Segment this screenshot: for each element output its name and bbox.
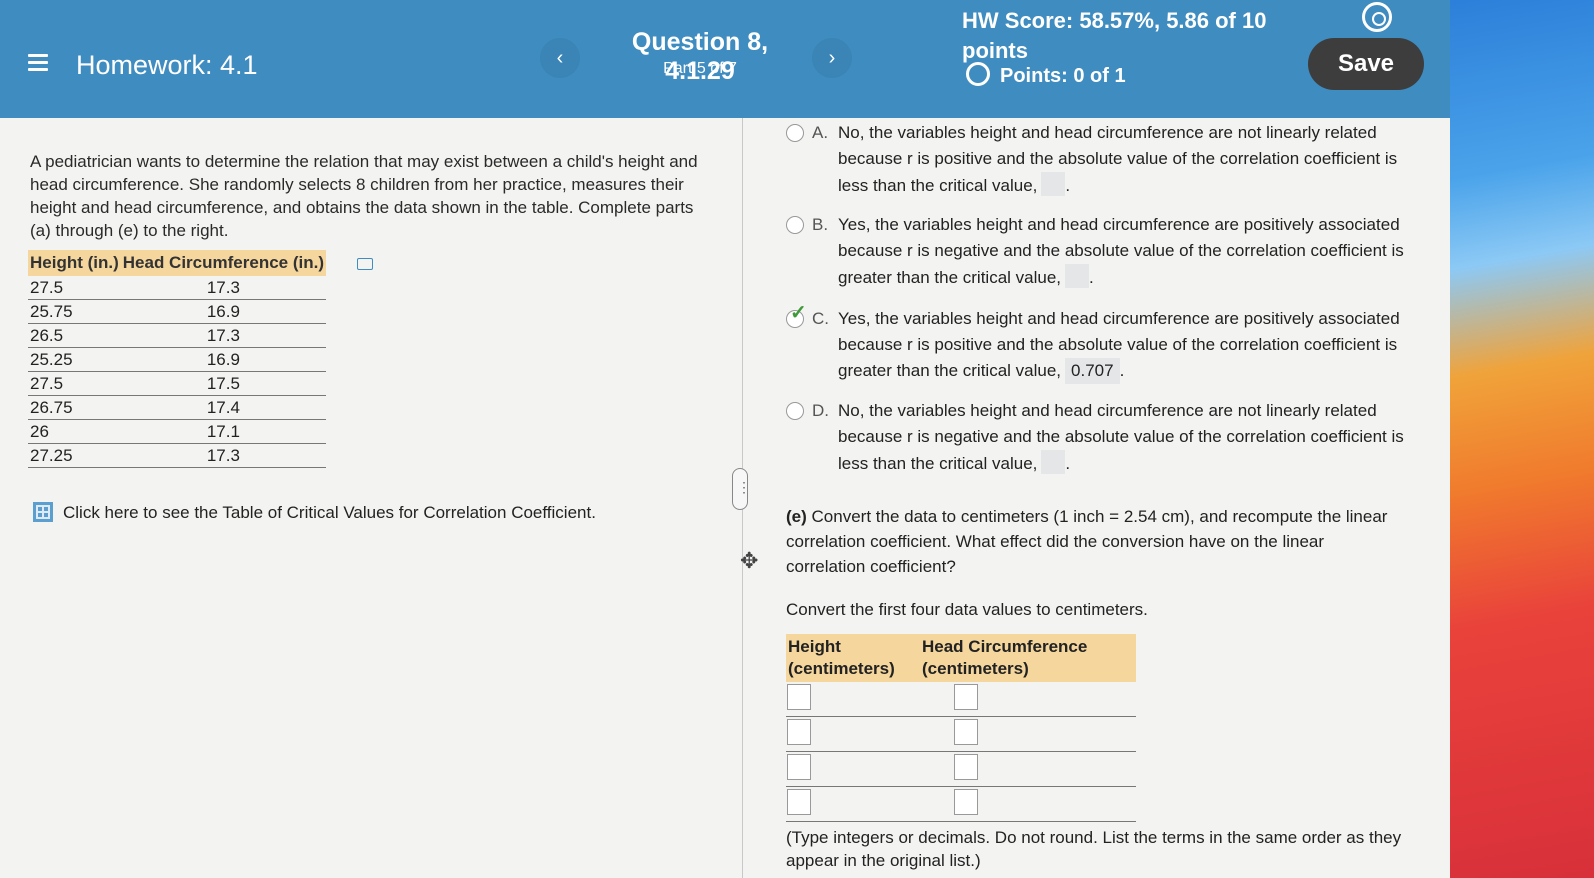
problem-intro: A pediatrician wants to determine the re… (30, 152, 698, 240)
answer-box (1041, 450, 1066, 474)
table-row: 27.25 17.3 (28, 443, 326, 468)
height-cell: 26.75 (28, 395, 121, 420)
table-row: 27.5 17.3 (28, 276, 326, 300)
part-e-question: (e) Convert the data to centimeters (1 i… (786, 504, 1406, 579)
head-cell: 17.1 (120, 419, 326, 444)
head-cell: 16.9 (120, 347, 326, 372)
column-header-head-circumference-cm: Head Circumference (centimeters) (920, 634, 1136, 682)
choice-letter: C. (812, 309, 829, 328)
answer-box (1041, 172, 1066, 196)
centimeter-table: Height (centimeters) Head Circumference … (786, 634, 1136, 822)
choice-letter: A. (812, 123, 829, 142)
head-cell: 16.9 (120, 299, 326, 324)
menu-icon[interactable] (28, 54, 48, 72)
choice-text: No, the variables height and head circum… (838, 123, 1398, 195)
head-cell: 17.3 (120, 443, 326, 468)
homework-title: Homework: 4.1 (76, 50, 258, 80)
hw-score: HW Score: 58.57%, 5.86 of 10 points (962, 8, 1267, 63)
height-cm-input[interactable] (787, 753, 811, 780)
copy-table-icon[interactable] (357, 258, 373, 270)
move-icon[interactable]: ✥ (740, 548, 758, 574)
height-cell: 25.25 (28, 347, 121, 372)
height-cell: 27.5 (28, 276, 121, 300)
radio-button[interactable] (786, 124, 804, 142)
table-row (786, 716, 1136, 752)
head-cm-input[interactable] (954, 683, 978, 710)
critical-value-answer: 0.707 (1065, 358, 1120, 384)
column-header-height: Height (in.) (28, 250, 121, 276)
column-header-head-circumference: Head Circumference (in.) (120, 250, 326, 276)
circle-icon (966, 62, 990, 86)
critical-values-label: Click here to see the Table of Critical … (63, 503, 596, 522)
head-cm-input[interactable] (954, 753, 978, 780)
homework-window: Homework: 4.1 ‹ Question 8, 4.1.29 Part … (0, 0, 1450, 878)
next-question-button[interactable]: › (812, 38, 852, 78)
height-cm-input[interactable] (787, 718, 811, 745)
choice-letter: B. (812, 215, 829, 234)
column-header-height-cm: Height (centimeters) (786, 634, 920, 682)
critical-values-link[interactable]: Click here to see the Table of Critical … (33, 502, 596, 523)
choice-a[interactable]: A. No, the variables height and head cir… (786, 120, 1406, 199)
choice-letter: D. (812, 401, 829, 420)
radio-button[interactable] (786, 216, 804, 234)
choice-d[interactable]: D. No, the variables height and head cir… (786, 398, 1406, 477)
table-row: 26.5 17.3 (28, 323, 326, 348)
table-row: 26 17.1 (28, 419, 326, 444)
settings-gear-icon[interactable] (1362, 2, 1392, 32)
choice-b[interactable]: B. Yes, the variables height and head ci… (786, 212, 1406, 291)
previous-question-button[interactable]: ‹ (540, 38, 580, 78)
height-cell: 26 (28, 419, 121, 444)
table-row: 27.5 17.5 (28, 371, 326, 396)
points-label: Points: 0 of 1 (1000, 65, 1126, 87)
height-cell: 27.25 (28, 443, 121, 468)
head-cell: 17.3 (120, 323, 326, 348)
points-status: Points: 0 of 1 (966, 62, 1126, 88)
table-row: 26.75 17.4 (28, 395, 326, 420)
table-row (786, 786, 1136, 822)
table-row: 25.25 16.9 (28, 347, 326, 372)
desktop-wallpaper (1440, 0, 1594, 878)
head-cm-input[interactable] (954, 788, 978, 815)
height-cell: 26.5 (28, 323, 121, 348)
answer-box (1065, 264, 1090, 288)
data-table: Height (in.) Head Circumference (in.) 27… (28, 250, 326, 468)
table-icon (33, 502, 53, 522)
choice-text: Yes, the variables height and head circu… (838, 215, 1404, 287)
pane-resize-handle[interactable] (732, 468, 751, 510)
height-cell: 25.75 (28, 299, 121, 324)
choice-c[interactable]: ✓ C. Yes, the variables height and head … (786, 302, 1406, 384)
table-row: 25.75 16.9 (28, 299, 326, 324)
question-part: Part 5 of 7 (663, 60, 737, 77)
part-e-text: Convert the data to centimeters (1 inch … (786, 507, 1388, 576)
height-cell: 27.5 (28, 371, 121, 396)
head-cell: 17.3 (120, 276, 326, 300)
header-bar: Homework: 4.1 ‹ Question 8, 4.1.29 Part … (0, 0, 1450, 118)
table-row (786, 682, 1136, 717)
part-e-label: (e) (786, 507, 807, 526)
radio-button[interactable] (786, 402, 804, 420)
head-cm-input[interactable] (954, 718, 978, 745)
input-instruction-note: (Type integers or decimals. Do not round… (786, 828, 1402, 870)
height-cm-input[interactable] (787, 683, 811, 710)
head-cell: 17.5 (120, 371, 326, 396)
save-button[interactable]: Save (1308, 38, 1424, 90)
table-row (786, 751, 1136, 787)
choice-text: No, the variables height and head circum… (838, 401, 1404, 473)
head-cell: 17.4 (120, 395, 326, 420)
checkmark-icon: ✓ (790, 302, 807, 324)
convert-instruction: Convert the first four data values to ce… (786, 600, 1148, 619)
height-cm-input[interactable] (787, 788, 811, 815)
